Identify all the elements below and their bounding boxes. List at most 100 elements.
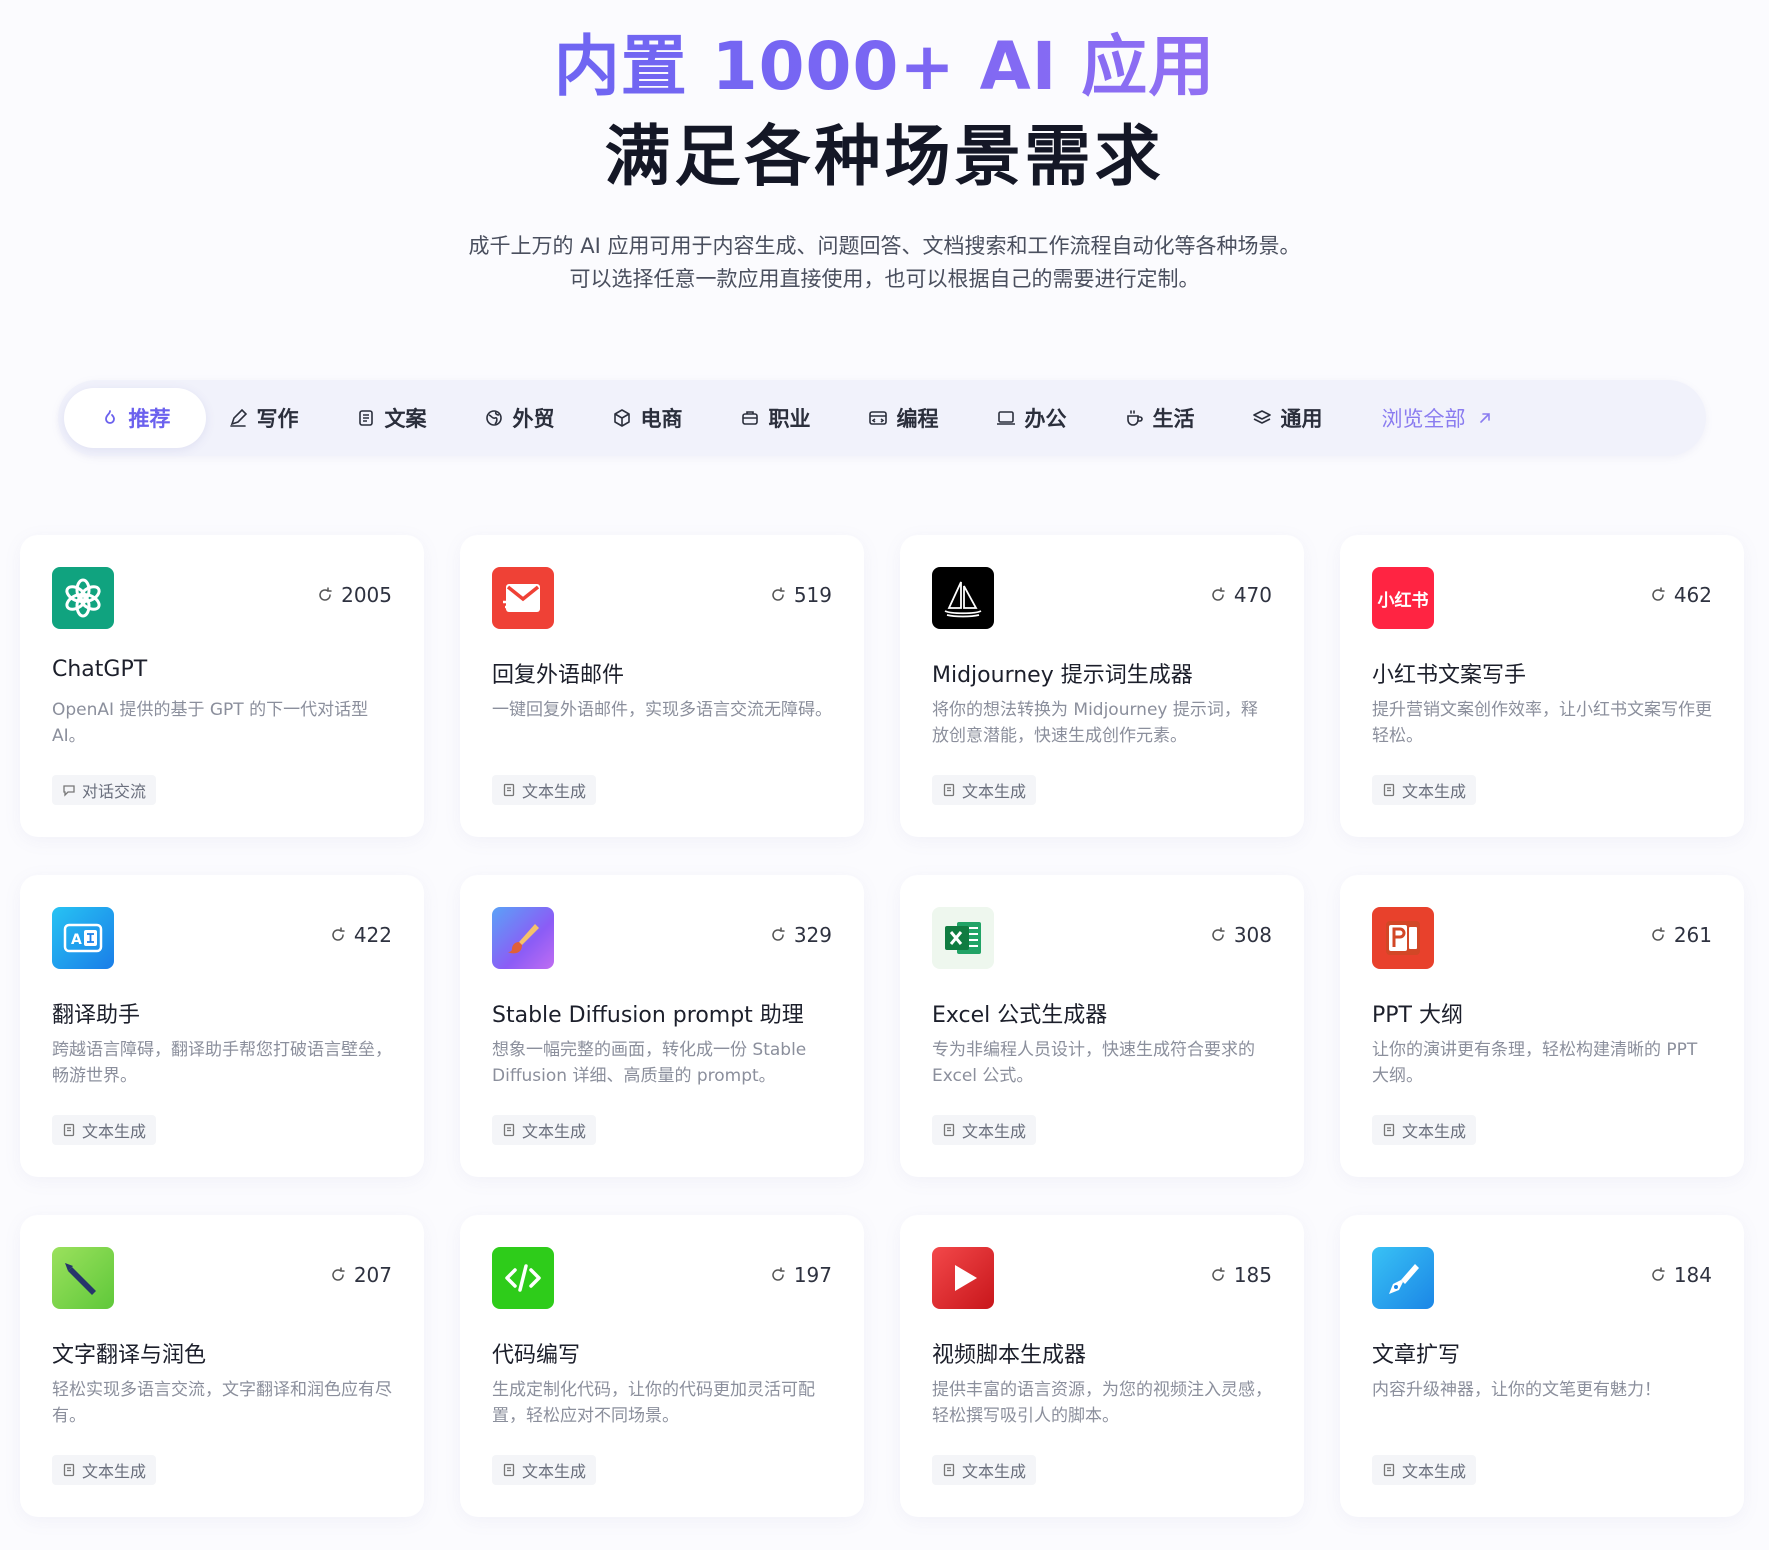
refresh-icon	[1652, 927, 1665, 941]
app-card-chatgpt[interactable]: 2005 ChatGPT OpenAI 提供的基于 GPT 的下一代对话型 AI…	[20, 535, 424, 837]
tab-label: 电商	[640, 407, 683, 431]
app-name: Stable Diffusion prompt 助理	[492, 1003, 804, 1028]
app-description: 提升营销文案创作效率，让小红书文案写作更轻松。	[1372, 700, 1712, 746]
tab-programming[interactable]: 编程	[832, 388, 974, 448]
category-tag: 文本生成	[932, 1115, 1037, 1145]
browse-all-label: 浏览全部	[1381, 407, 1466, 431]
category-tag: 文本生成	[492, 1115, 597, 1145]
app-name: ChatGPT	[52, 657, 148, 682]
tag-label: 对话交流	[82, 782, 147, 801]
usage-count: 519	[770, 583, 832, 607]
refresh-icon	[772, 927, 785, 941]
tab-label: 外贸	[512, 407, 555, 431]
paintbrush-icon	[492, 907, 554, 969]
usage-count: 308	[1210, 923, 1272, 947]
app-card-translator[interactable]: A 422 翻译助手 跨越语言障碍，翻译助手帮您打破语言壁垒，畅游世界。 文本生…	[20, 875, 424, 1177]
category-tag: 文本生成	[492, 775, 597, 805]
chat-icon	[63, 785, 75, 797]
usage-count-value: 462	[1673, 583, 1712, 607]
app-card-email-reply[interactable]: 519 回复外语邮件 一键回复外语邮件，实现多语言交流无障碍。 文本生成	[460, 535, 864, 837]
tab-life[interactable]: 生活	[1088, 388, 1230, 448]
openai-icon	[52, 567, 114, 629]
app-name: 视频脚本生成器	[932, 1343, 1087, 1368]
pen-nib-icon	[52, 1247, 114, 1309]
usage-count: 462	[1650, 583, 1712, 607]
tab-general[interactable]: 通用	[1216, 388, 1358, 448]
app-card-video-script[interactable]: 185 视频脚本生成器 提供丰富的语言资源，为您的视频注入灵感，轻松撰写吸引人的…	[900, 1215, 1304, 1517]
app-description: 提供丰富的语言资源，为您的视频注入灵感，轻松撰写吸引人的脚本。	[932, 1380, 1272, 1426]
hero-desc-line-1: 成千上万的 AI 应用可用于内容生成、问题回答、文档搜索和工作流程自动化等各种场…	[468, 234, 1301, 258]
app-description: 生成定制化代码，让你的代码更加灵活可配置，轻松应对不同场景。	[492, 1380, 815, 1426]
app-description: 跨越语言障碍，翻译助手帮您打破语言壁垒，畅游世界。	[52, 1040, 392, 1086]
tag-label: 文本生成	[1402, 1122, 1467, 1141]
app-card-ppt-outline[interactable]: 261 PPT 大纲 让你的演讲更有条理，轻松构建清晰的 PPT 大纲。 文本生…	[1340, 875, 1744, 1177]
sailboat-icon	[932, 567, 994, 629]
app-description: 内容升级神器，让你的文笔更有魅力！	[1372, 1380, 1661, 1400]
document-icon	[1383, 1463, 1395, 1477]
usage-count: 470	[1210, 583, 1272, 607]
tag-label: 文本生成	[522, 1122, 587, 1141]
category-tag: 文本生成	[1372, 1455, 1477, 1485]
tab-copywriting[interactable]: 文案	[320, 388, 462, 448]
app-card-code-writing[interactable]: 197 代码编写 生成定制化代码，让你的代码更加灵活可配置，轻松应对不同场景。 …	[460, 1215, 864, 1517]
app-card-xiaohongshu[interactable]: 小红书 462 小红书文案写手 提升营销文案创作效率，让小红书文案写作更轻松。 …	[1340, 535, 1744, 837]
powerpoint-icon	[1372, 907, 1434, 969]
tab-foreign-trade[interactable]: 外贸	[448, 388, 590, 448]
app-name: Midjourney 提示词生成器	[932, 663, 1193, 688]
document-icon	[943, 1463, 955, 1477]
app-card-midjourney[interactable]: 470 Midjourney 提示词生成器 将你的想法转换为 Midjourne…	[900, 535, 1304, 837]
tag-label: 文本生成	[1402, 1462, 1467, 1481]
hero-description: 成千上万的 AI 应用可用于内容生成、问题回答、文档搜索和工作流程自动化等各种场…	[0, 230, 1769, 296]
fountain-pen-icon	[1372, 1247, 1434, 1309]
category-tag: 对话交流	[52, 775, 157, 805]
document-icon	[503, 783, 515, 797]
tab-label: 职业	[768, 407, 811, 431]
usage-count-value: 519	[793, 583, 832, 607]
tab-ecommerce[interactable]: 电商	[576, 388, 718, 448]
usage-count-value: 422	[353, 923, 392, 947]
usage-count: 261	[1650, 923, 1712, 947]
usage-count-value: 184	[1673, 1263, 1712, 1287]
app-description: 一键回复外语邮件，实现多语言交流无障碍。	[492, 700, 832, 720]
app-description: 轻松实现多语言交流，文字翻译和润色应有尽有。	[52, 1380, 392, 1426]
tab-label: 生活	[1152, 407, 1195, 431]
hero-subtitle: 满足各种场景需求	[604, 118, 1165, 195]
browse-all-link[interactable]: 浏览全部	[1358, 388, 1518, 448]
app-name: 翻译助手	[52, 1003, 141, 1028]
tab-career[interactable]: 职业	[704, 388, 846, 448]
usage-count: 197	[770, 1263, 832, 1287]
tab-writing[interactable]: 写作	[192, 388, 334, 448]
mail-icon	[492, 567, 554, 629]
app-name: 文章扩写	[1372, 1343, 1461, 1368]
app-card-text-polish[interactable]: 207 文字翻译与润色 轻松实现多语言交流，文字翻译和润色应有尽有。 文本生成	[20, 1215, 424, 1517]
usage-count-value: 185	[1233, 1263, 1272, 1287]
category-tag: 文本生成	[492, 1455, 597, 1485]
app-card-excel-formula[interactable]: 308 Excel 公式生成器 专为非编程人员设计，快速生成符合要求的 Exce…	[900, 875, 1304, 1177]
usage-count-value: 197	[793, 1263, 832, 1287]
tab-recommend[interactable]: 推荐	[64, 388, 206, 448]
globe-icon	[485, 410, 502, 426]
usage-count: 422	[330, 923, 392, 947]
category-tag: 文本生成	[932, 1455, 1037, 1485]
tab-label: 办公	[1024, 407, 1067, 431]
app-name: 代码编写	[492, 1343, 581, 1368]
code-icon	[492, 1247, 554, 1309]
layers-icon	[1252, 410, 1271, 424]
code-window-icon	[868, 411, 887, 425]
tag-label: 文本生成	[82, 1462, 147, 1481]
document-icon	[358, 410, 373, 426]
laptop-icon	[996, 411, 1015, 425]
app-name: 回复外语邮件	[492, 663, 625, 688]
usage-count: 329	[770, 923, 832, 947]
app-card-article-expand[interactable]: 184 文章扩写 内容升级神器，让你的文笔更有魅力！ 文本生成	[1340, 1215, 1744, 1517]
refresh-icon	[332, 927, 345, 941]
document-icon	[503, 1463, 515, 1477]
tab-label: 推荐	[128, 407, 171, 431]
tab-office[interactable]: 办公	[960, 388, 1102, 448]
app-name: 小红书文案写手	[1372, 663, 1527, 688]
refresh-icon	[1652, 1267, 1665, 1281]
tab-label: 写作	[256, 407, 299, 431]
app-card-stable-diffusion[interactable]: 329 Stable Diffusion prompt 助理 想象一幅完整的画面…	[460, 875, 864, 1177]
category-tag: 文本生成	[52, 1455, 157, 1485]
tag-label: 文本生成	[1402, 782, 1467, 801]
